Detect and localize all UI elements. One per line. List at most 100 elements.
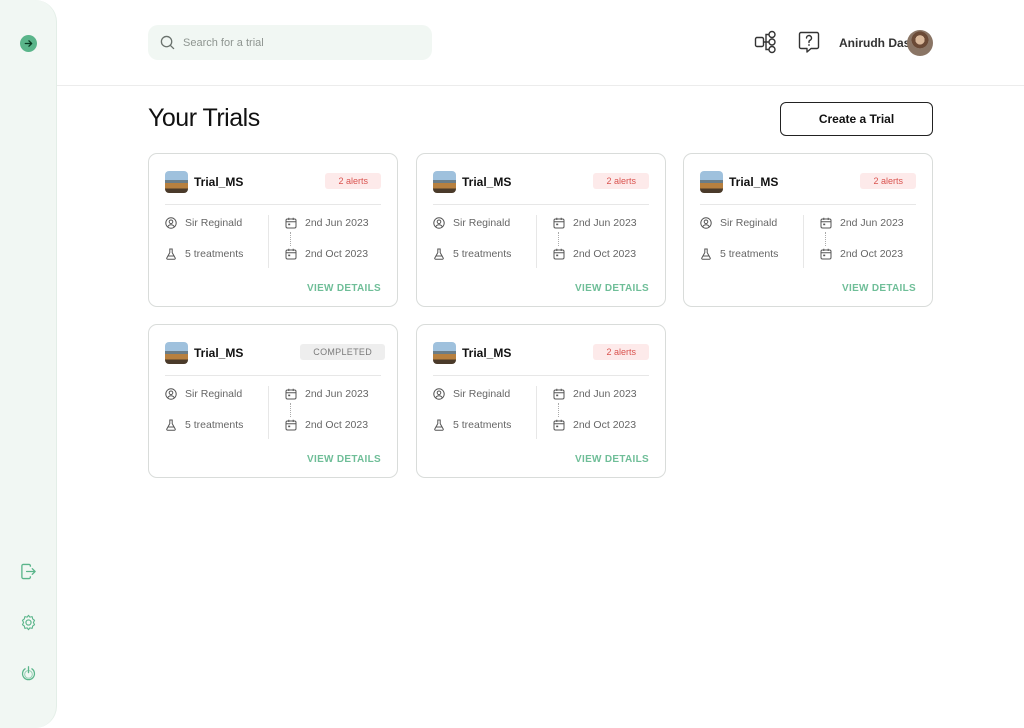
power-icon: [21, 666, 36, 681]
exit-button[interactable]: [19, 562, 38, 581]
search-icon: [160, 35, 175, 50]
trial-treatments: 5 treatments: [433, 248, 511, 260]
card-header: Trial_MS 2 alerts: [433, 170, 649, 194]
trial-start-date: 2nd Jun 2023: [820, 217, 904, 229]
arrow-right-icon: [24, 40, 33, 47]
trial-end-date: 2nd Oct 2023: [285, 248, 368, 260]
flask-icon: [166, 248, 176, 260]
calendar-icon: [285, 248, 297, 260]
date-connector: [558, 403, 559, 417]
settings-button[interactable]: [19, 613, 38, 632]
sidebar-expand-button[interactable]: [20, 35, 37, 52]
trial-start-date: 2nd Jun 2023: [553, 388, 637, 400]
treatments-label: 5 treatments: [453, 248, 512, 260]
trial-owner: Sir Reginald: [433, 388, 510, 400]
status-badge: 2 alerts: [593, 344, 649, 360]
trial-title: Trial_MS: [729, 175, 779, 189]
card-header: Trial_MS 2 alerts: [165, 170, 381, 194]
trial-thumbnail: [433, 342, 456, 364]
divider: [433, 204, 649, 205]
owner-label: Sir Reginald: [185, 217, 243, 229]
trial-start-date: 2nd Jun 2023: [553, 217, 637, 229]
exit-icon: [21, 563, 36, 580]
start-date-label: 2nd Jun 2023: [305, 388, 369, 400]
trial-treatments: 5 treatments: [700, 248, 778, 260]
calendar-icon: [553, 419, 565, 431]
trial-owner: Sir Reginald: [700, 217, 777, 229]
trial-start-date: 2nd Jun 2023: [285, 217, 369, 229]
calendar-icon: [285, 419, 297, 431]
start-date-label: 2nd Jun 2023: [573, 388, 637, 400]
trial-title: Trial_MS: [194, 175, 244, 189]
trial-card: Trial_MS 2 alerts Sir Reginald 5 treatme…: [683, 153, 933, 307]
trial-start-date: 2nd Jun 2023: [285, 388, 369, 400]
status-badge: COMPLETED: [300, 344, 385, 360]
treatments-label: 5 treatments: [185, 419, 244, 431]
view-details-link[interactable]: VIEW DETAILS: [307, 454, 381, 465]
page-title: Your Trials: [148, 104, 260, 132]
owner-label: Sir Reginald: [185, 388, 243, 400]
card-header: Trial_MS 2 alerts: [433, 341, 649, 365]
view-details-link[interactable]: VIEW DETAILS: [575, 454, 649, 465]
calendar-icon: [820, 217, 832, 229]
date-connector: [290, 403, 291, 417]
user-circle-icon: [433, 217, 445, 229]
help-button[interactable]: [796, 29, 822, 55]
search-input[interactable]: [183, 36, 403, 49]
date-connector: [290, 232, 291, 246]
trial-treatments: 5 treatments: [165, 419, 243, 431]
view-details-link[interactable]: VIEW DETAILS: [575, 283, 649, 294]
flask-icon: [701, 248, 711, 260]
calendar-icon: [820, 248, 832, 260]
end-date-label: 2nd Oct 2023: [305, 419, 369, 431]
trial-thumbnail: [165, 171, 188, 193]
trial-owner: Sir Reginald: [165, 388, 242, 400]
date-connector: [558, 232, 559, 246]
flask-icon: [166, 419, 176, 431]
status-badge: 2 alerts: [325, 173, 381, 189]
trial-owner: Sir Reginald: [165, 217, 242, 229]
status-badge: 2 alerts: [593, 173, 649, 189]
divider: [700, 204, 916, 205]
sidebar: [0, 0, 57, 728]
user-circle-icon: [433, 388, 445, 400]
avatar[interactable]: [907, 30, 933, 56]
trial-end-date: 2nd Oct 2023: [285, 419, 368, 431]
trial-thumbnail: [165, 342, 188, 364]
end-date-label: 2nd Oct 2023: [840, 248, 904, 260]
divider: [268, 215, 269, 268]
user-name[interactable]: Anirudh Das: [839, 36, 910, 50]
divider: [536, 386, 537, 439]
start-date-label: 2nd Jun 2023: [305, 217, 369, 229]
power-button[interactable]: [19, 664, 38, 683]
trial-card: Trial_MS 2 alerts Sir Reginald 5 treatme…: [416, 324, 666, 478]
divider: [165, 204, 381, 205]
create-trial-button[interactable]: Create a Trial: [780, 102, 933, 136]
trial-owner: Sir Reginald: [433, 217, 510, 229]
trial-thumbnail: [700, 171, 723, 193]
card-header: Trial_MS 2 alerts: [700, 170, 916, 194]
user-circle-icon: [165, 388, 177, 400]
user-circle-icon: [165, 217, 177, 229]
view-details-link[interactable]: VIEW DETAILS: [842, 283, 916, 294]
calendar-icon: [553, 217, 565, 229]
start-date-label: 2nd Jun 2023: [840, 217, 904, 229]
view-details-link[interactable]: VIEW DETAILS: [307, 283, 381, 294]
end-date-label: 2nd Oct 2023: [305, 248, 369, 260]
hierarchy-button[interactable]: [753, 29, 779, 55]
end-date-label: 2nd Oct 2023: [573, 419, 637, 431]
search-bar[interactable]: [148, 25, 432, 60]
divider: [803, 215, 804, 268]
calendar-icon: [285, 388, 297, 400]
trial-end-date: 2nd Oct 2023: [553, 419, 636, 431]
start-date-label: 2nd Jun 2023: [573, 217, 637, 229]
trial-thumbnail: [433, 171, 456, 193]
owner-label: Sir Reginald: [453, 217, 511, 229]
divider: [268, 386, 269, 439]
trial-title: Trial_MS: [462, 175, 512, 189]
trial-end-date: 2nd Oct 2023: [820, 248, 903, 260]
gear-icon: [21, 614, 36, 631]
treatments-label: 5 treatments: [185, 248, 244, 260]
trial-treatments: 5 treatments: [165, 248, 243, 260]
calendar-icon: [285, 217, 297, 229]
